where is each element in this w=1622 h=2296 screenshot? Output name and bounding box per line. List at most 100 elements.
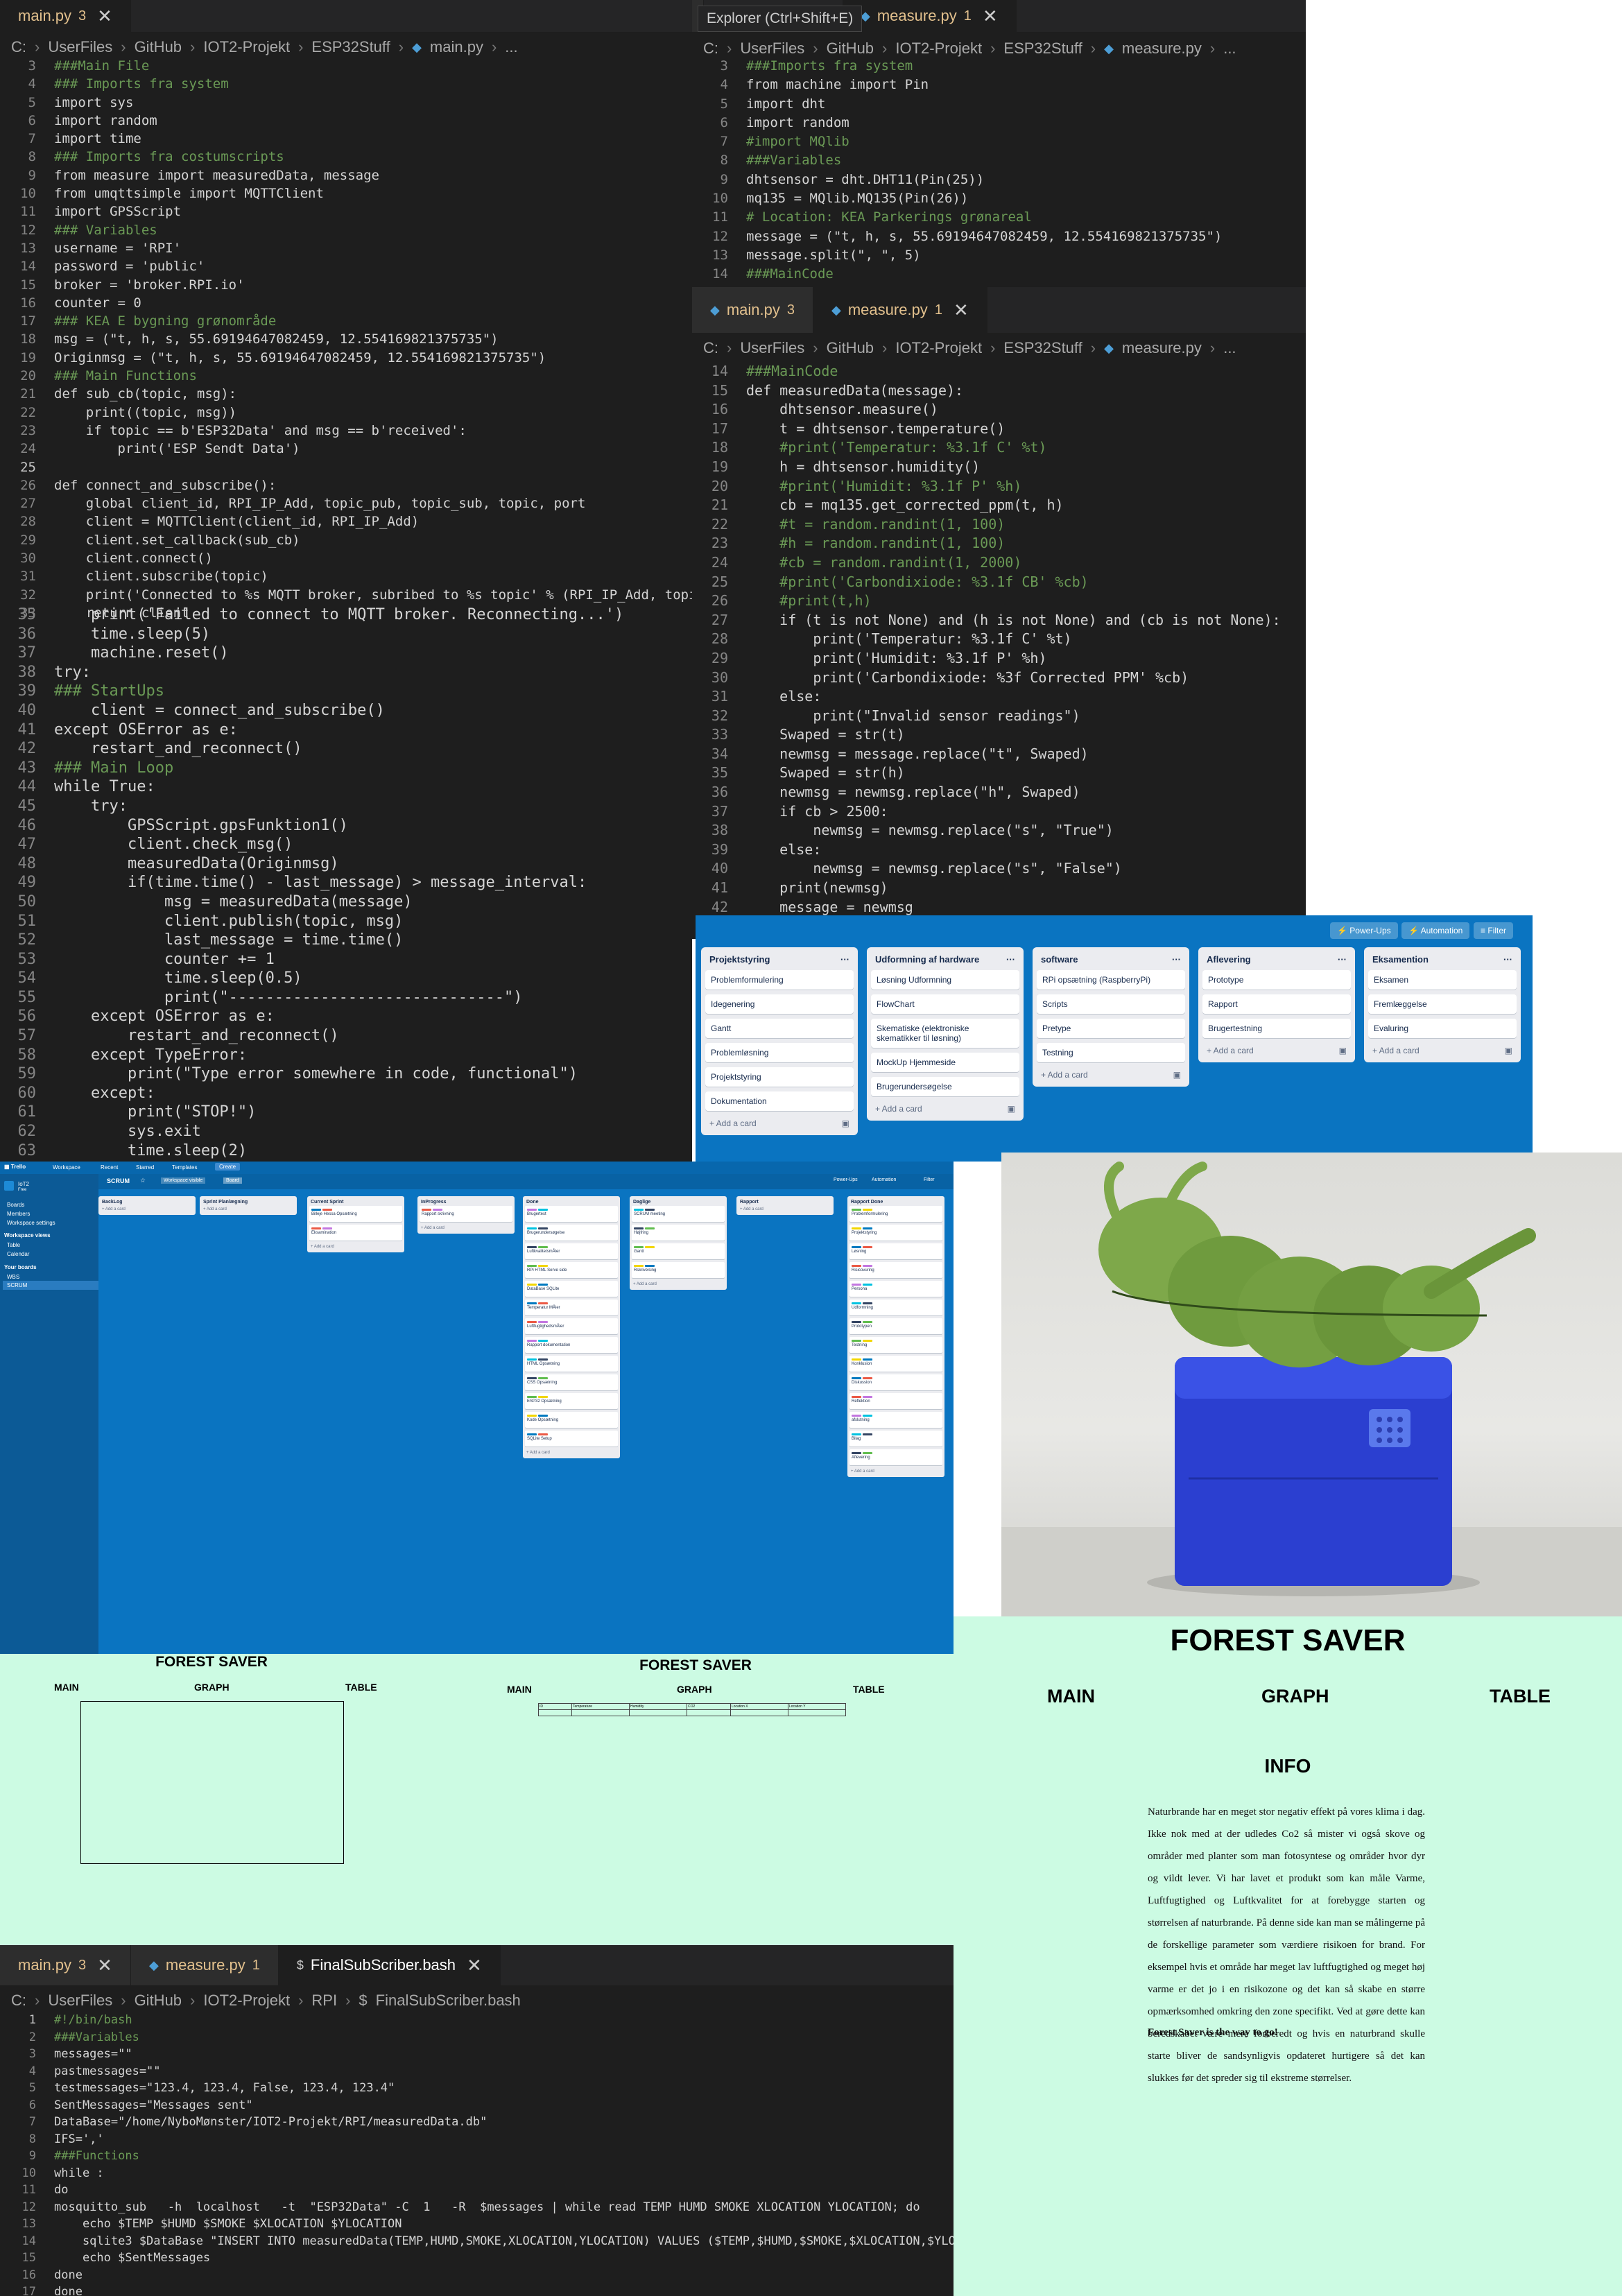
code-line[interactable]: 6 import random <box>0 112 692 130</box>
code-line[interactable]: 15 def measuredData(message): <box>692 381 1306 401</box>
trello-card[interactable]: LuftkvalitetsmÅler <box>525 1243 618 1259</box>
code-line[interactable]: 5 import sys <box>0 94 692 112</box>
code-line[interactable]: 6 import random <box>692 114 1306 132</box>
code-line[interactable]: 7 import time <box>0 130 692 148</box>
list-title[interactable]: Udformning af hardware ··· <box>871 951 1019 970</box>
code-area[interactable]: 14 ###MainCode 15 def measuredData(message)… <box>692 362 1306 936</box>
tab-measure-py[interactable]: ◆ measure.py 1 ✕ <box>843 0 1017 32</box>
code-line[interactable]: 40 client = connect_and_subscribe() <box>0 701 692 720</box>
board-view-button[interactable]: Board <box>223 1177 242 1184</box>
breadcrumb-item[interactable]: UserFiles <box>740 339 804 357</box>
breadcrumb-item[interactable]: FinalSubScriber.bash <box>376 1992 521 2010</box>
list-title[interactable]: BackLog <box>101 1198 193 1206</box>
code-line[interactable]: 25 <box>0 458 692 476</box>
code-line[interactable]: 36 newmsg = newmsg.replace("h", Swaped) <box>692 783 1306 802</box>
trello-card[interactable]: Reflektion <box>849 1393 942 1409</box>
add-card-button[interactable]: + Add a card <box>525 1449 618 1456</box>
trello-card[interactable]: Brugertest <box>525 1206 618 1222</box>
topbar-templates[interactable]: Templates <box>172 1164 197 1171</box>
code-area-scrolled[interactable]: 35 print('Failed to connect to MQTT brok… <box>0 605 692 1160</box>
add-card-button[interactable]: + Add a card ▣ <box>1202 1043 1351 1058</box>
breadcrumb-item[interactable]: ... <box>1223 339 1236 357</box>
close-icon[interactable]: ✕ <box>97 1955 112 1976</box>
trello-card[interactable]: Problemløsning <box>705 1043 854 1062</box>
trello-card[interactable]: Prototypen <box>849 1318 942 1334</box>
trello-card[interactable]: Fremlæggelse <box>1368 994 1517 1014</box>
code-line[interactable]: 5 import dht <box>692 95 1306 114</box>
code-line[interactable]: 39 ### StartUps <box>0 682 692 701</box>
code-line[interactable]: 4 from machine import Pin <box>692 76 1306 94</box>
trello-card[interactable]: Problemformulering <box>849 1206 942 1222</box>
code-line[interactable]: 55 print("------------------------------… <box>0 988 692 1008</box>
trello-card[interactable]: Løsning Udformning <box>871 970 1019 990</box>
code-line[interactable]: 37 machine.reset() <box>0 644 692 663</box>
add-card-button[interactable]: + Add a card ▣ <box>871 1101 1019 1116</box>
code-line[interactable]: 3 messages="" <box>0 2046 954 2063</box>
code-line[interactable]: 34 newmsg = message.replace("t", Swaped) <box>692 745 1306 764</box>
code-line[interactable]: 18 #print('Temperatur: %3.1f C' %t) <box>692 438 1306 458</box>
list-title[interactable]: Projektstyring ··· <box>705 951 854 970</box>
code-line[interactable]: 1 #!/bin/bash <box>0 2012 954 2029</box>
tab-main-py[interactable]: ◆ main.py 3 <box>692 287 814 333</box>
tab-measure-py[interactable]: ◆ measure.py 1 <box>130 1945 279 1985</box>
code-line[interactable]: 49 if(time.time() - last_message) > mess… <box>0 873 692 892</box>
trello-card[interactable]: Brugerundersøgelse <box>871 1077 1019 1096</box>
breadcrumb-item[interactable]: main.py <box>430 38 483 56</box>
add-card-button[interactable]: + Add a card <box>309 1243 402 1250</box>
list-title[interactable]: Rapport <box>739 1198 831 1206</box>
add-card-button[interactable]: + Add a card <box>849 1468 942 1475</box>
add-card-button[interactable]: + Add a card ▣ <box>705 1116 854 1131</box>
list-title[interactable]: Aflevering ··· <box>1202 951 1351 970</box>
breadcrumb-item[interactable]: C: <box>11 38 26 56</box>
trello-card[interactable]: SCRUM meeting <box>632 1206 725 1222</box>
close-icon[interactable]: ✕ <box>467 1955 482 1976</box>
list-title[interactable]: Current Sprint <box>309 1198 402 1206</box>
nav-main[interactable]: MAIN <box>507 1684 532 1695</box>
code-line[interactable]: 37 if cb > 2500: <box>692 802 1306 822</box>
trello-card[interactable]: Eksamination <box>309 1225 402 1241</box>
code-line[interactable]: 14 sqlite3 $DataBase "INSERT INTO measur… <box>0 2233 954 2250</box>
power-ups-button[interactable]: ⚡ Power-Ups <box>1330 922 1398 939</box>
trello-card[interactable]: Projektstyring <box>849 1225 942 1241</box>
code-line[interactable]: 3 ###Main File <box>0 57 692 75</box>
automation-button[interactable]: Automation <box>872 1177 896 1182</box>
trello-card[interactable]: Brugertestning <box>1202 1019 1351 1038</box>
code-line[interactable]: 7 #import MQlib <box>692 132 1306 151</box>
code-line[interactable]: 44 while True: <box>0 777 692 797</box>
code-line[interactable]: 54 time.sleep(0.5) <box>0 969 692 988</box>
code-line[interactable]: 43 ### Main Loop <box>0 759 692 778</box>
code-line[interactable]: 8 ###Variables <box>692 151 1306 170</box>
nav-graph[interactable]: GRAPH <box>194 1682 230 1693</box>
trello-card[interactable]: Højfring <box>632 1225 725 1241</box>
list-menu-icon[interactable]: ··· <box>1503 954 1512 965</box>
list-menu-icon[interactable]: ··· <box>1338 954 1347 965</box>
list-menu-icon[interactable]: ··· <box>1172 954 1181 965</box>
code-area[interactable]: 3 ###Main File 4 ### Imports fra system 5 imp… <box>0 57 692 622</box>
code-line[interactable]: 3 ###Imports fra system <box>692 57 1306 76</box>
code-line[interactable]: 9 from measure import measuredData, messa… <box>0 166 692 184</box>
code-line[interactable]: 57 restart_and_reconnect() <box>0 1026 692 1046</box>
code-line[interactable]: 17 t = dhtsensor.temperature() <box>692 420 1306 439</box>
code-line[interactable]: 15 broker = 'broker.RPI.io' <box>0 276 692 294</box>
breadcrumb-item[interactable]: C: <box>703 40 718 58</box>
code-area[interactable]: 1 #!/bin/bash 2 ###Variables 3 messages="" 4 pa… <box>0 2012 954 2296</box>
code-line[interactable]: 11 import GPSScript <box>0 202 692 221</box>
code-line[interactable]: 2 ###Variables <box>0 2029 954 2046</box>
template-icon[interactable]: ▣ <box>842 1119 849 1128</box>
nav-graph[interactable]: GRAPH <box>1261 1686 1329 1707</box>
list-title[interactable]: Eksamention ··· <box>1368 951 1517 970</box>
code-line[interactable]: 13 message.split(", ", 5) <box>692 246 1306 265</box>
code-line[interactable]: 52 last_message = time.time() <box>0 931 692 950</box>
trello-card[interactable]: Konklusion <box>849 1356 942 1372</box>
code-line[interactable]: 35 Swaped = str(h) <box>692 763 1306 783</box>
trello-card[interactable]: Rapport skrivning <box>420 1206 512 1222</box>
breadcrumb-item[interactable]: UserFiles <box>48 1992 112 2010</box>
code-line[interactable]: 28 print('Temperatur: %3.1f C' %t) <box>692 630 1306 649</box>
trello-card[interactable]: afslutning <box>849 1412 942 1428</box>
sidebar-item-calendar[interactable]: Calendar <box>7 1251 29 1257</box>
trello-card[interactable]: Rapport <box>1202 994 1351 1014</box>
breadcrumb-item[interactable]: UserFiles <box>48 38 112 56</box>
code-line[interactable]: 30 print('Carbondixiode: %3f Corrected P… <box>692 668 1306 688</box>
trello-card[interactable]: Scripts <box>1037 994 1185 1014</box>
code-line[interactable]: 47 client.check_msg() <box>0 835 692 854</box>
